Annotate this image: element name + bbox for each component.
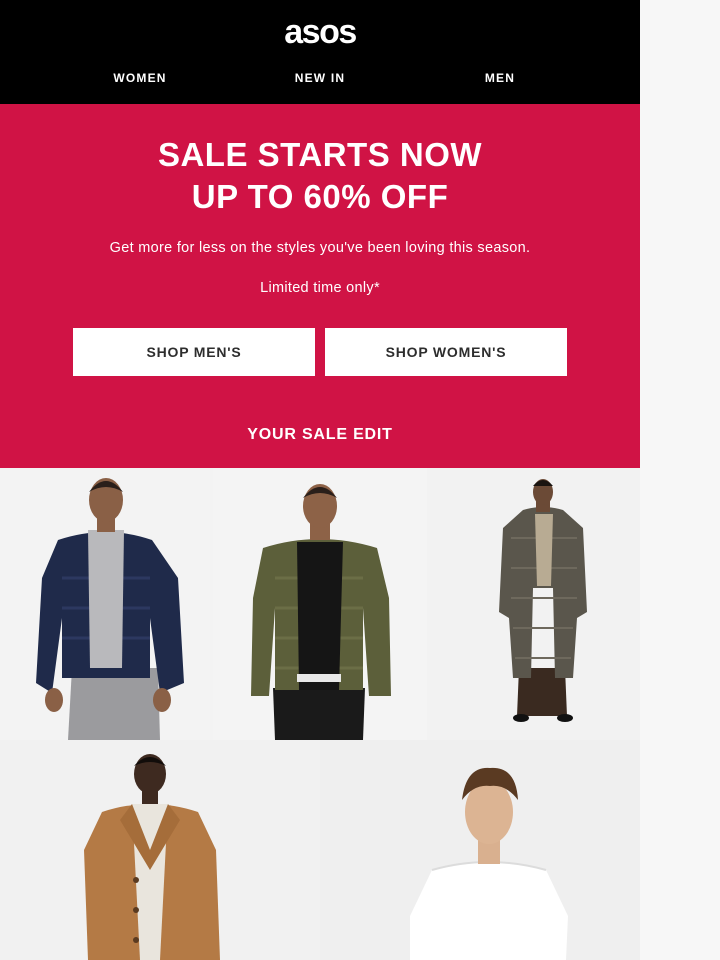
product-photo <box>320 740 640 960</box>
product-tile-khaki-jacket[interactable] <box>213 468 427 740</box>
sale-headline-line1: SALE STARTS NOW <box>157 136 483 173</box>
asos-logo[interactable]: asos <box>0 12 640 52</box>
product-tile-camel-overcoat[interactable] <box>0 740 320 960</box>
product-tile-white-tshirt[interactable] <box>320 740 640 960</box>
page-background <box>640 0 720 960</box>
sale-edit-title: YOUR SALE EDIT <box>247 426 393 443</box>
product-photo <box>427 468 640 740</box>
top-nav: WOMEN NEW IN MEN <box>0 68 640 88</box>
product-photo <box>0 468 213 740</box>
shop-mens-button[interactable]: SHOP MEN'S <box>73 328 315 376</box>
email-body: asos WOMEN NEW IN MEN SALE STARTS NOW UP… <box>0 0 640 960</box>
limited-time-note: Limited time only* <box>260 280 380 296</box>
product-tile-navy-puffer[interactable] <box>0 468 213 740</box>
sale-headline-line2: UP TO 60% OFF <box>191 178 449 215</box>
product-photo <box>213 468 427 740</box>
sale-banner: SALE STARTS NOW UP TO 60% OFF Get more f… <box>0 104 640 468</box>
header: asos WOMEN NEW IN MEN <box>0 0 640 104</box>
nav-men[interactable]: MEN <box>485 68 515 88</box>
sale-subtext: Get more for less on the styles you've b… <box>109 240 531 256</box>
nav-new-in[interactable]: NEW IN <box>295 68 346 88</box>
shop-womens-button[interactable]: SHOP WOMEN'S <box>325 328 567 376</box>
product-tile-tweed-coat[interactable] <box>427 468 640 740</box>
nav-women[interactable]: WOMEN <box>113 68 166 88</box>
product-photo <box>0 740 320 960</box>
